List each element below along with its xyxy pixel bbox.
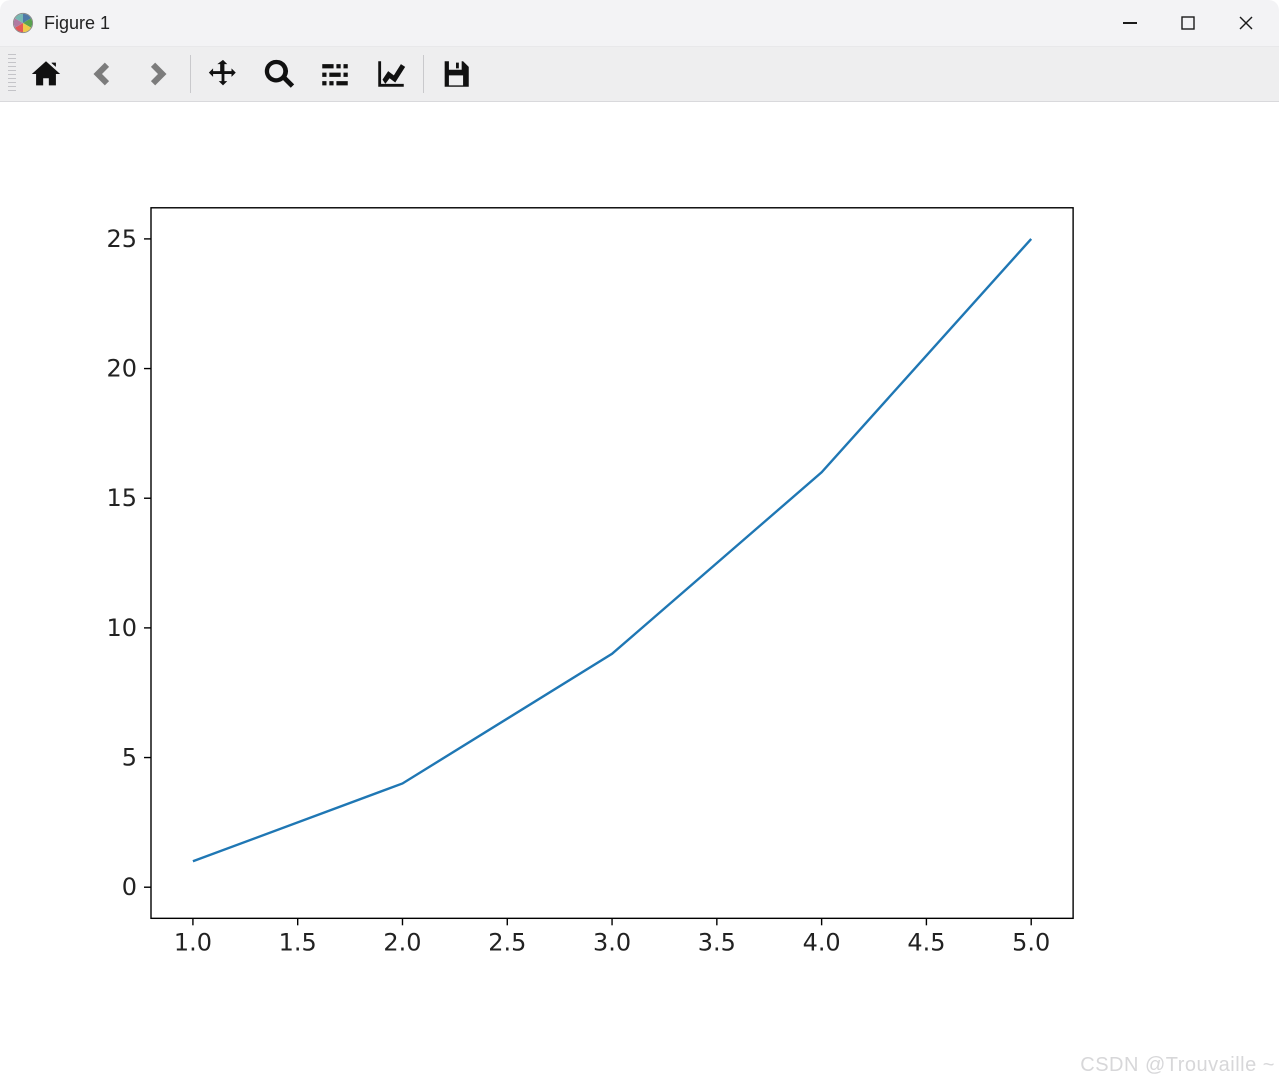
back-button[interactable] bbox=[74, 50, 130, 98]
svg-text:4.0: 4.0 bbox=[803, 928, 841, 956]
svg-text:15: 15 bbox=[107, 484, 137, 512]
svg-text:20: 20 bbox=[107, 355, 137, 383]
svg-text:25: 25 bbox=[107, 225, 137, 253]
figure-window: Figure 1 bbox=[0, 0, 1279, 1079]
edit-axes-button[interactable] bbox=[363, 50, 419, 98]
svg-text:2.0: 2.0 bbox=[383, 928, 421, 956]
svg-text:3.0: 3.0 bbox=[593, 928, 631, 956]
svg-text:1.0: 1.0 bbox=[174, 928, 212, 956]
svg-text:3.5: 3.5 bbox=[698, 928, 736, 956]
plot-svg: 1.0 1.5 2.0 2.5 3.0 3.5 4.0 4.5 5.0 0 5 10 15 20 25 bbox=[0, 102, 1279, 1079]
svg-text:5: 5 bbox=[122, 744, 137, 772]
plot-canvas[interactable]: 1.01.52.02.53.03.54.04.55.00510152025 CS… bbox=[0, 102, 1279, 1079]
configure-subplots-button[interactable] bbox=[307, 50, 363, 98]
titlebar: Figure 1 bbox=[0, 0, 1279, 47]
svg-text:5.0: 5.0 bbox=[1012, 928, 1050, 956]
svg-text:1.5: 1.5 bbox=[279, 928, 317, 956]
toolbar bbox=[0, 47, 1279, 102]
save-button[interactable] bbox=[428, 50, 484, 98]
zoom-button[interactable] bbox=[251, 50, 307, 98]
svg-text:10: 10 bbox=[107, 614, 137, 642]
svg-text:0: 0 bbox=[122, 873, 137, 901]
matplotlib-icon bbox=[12, 12, 34, 34]
svg-text:2.5: 2.5 bbox=[488, 928, 526, 956]
pan-button[interactable] bbox=[195, 50, 251, 98]
window-title: Figure 1 bbox=[44, 13, 110, 34]
toolbar-separator bbox=[423, 55, 424, 93]
svg-text:4.5: 4.5 bbox=[907, 928, 945, 956]
toolbar-separator bbox=[190, 55, 191, 93]
forward-button[interactable] bbox=[130, 50, 186, 98]
close-button[interactable] bbox=[1217, 0, 1275, 46]
maximize-button[interactable] bbox=[1159, 0, 1217, 46]
home-button[interactable] bbox=[18, 50, 74, 98]
minimize-button[interactable] bbox=[1101, 0, 1159, 46]
toolbar-grip bbox=[8, 54, 16, 94]
